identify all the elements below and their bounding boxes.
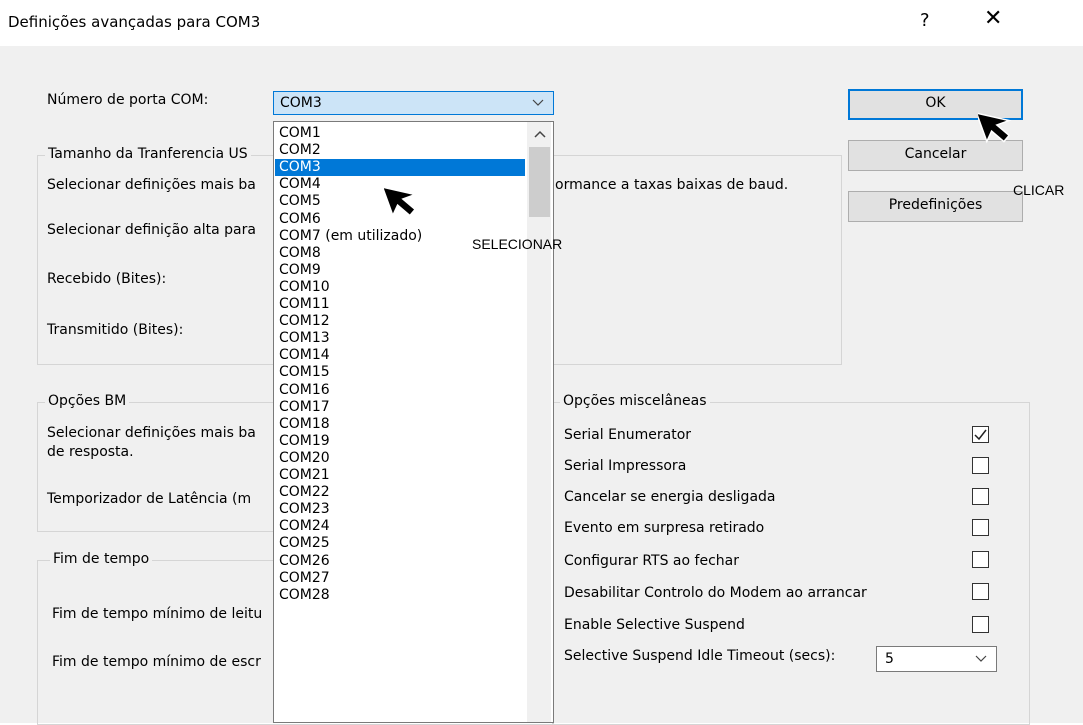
chevron-down-icon <box>532 99 544 106</box>
chevron-up-icon[interactable] <box>534 130 546 138</box>
usb-transfer-title: Tamanho da Tranferencia US <box>45 146 251 162</box>
dropdown-option[interactable]: COM1 <box>275 125 525 142</box>
received-label: Recebido (Bites): <box>47 271 167 287</box>
dropdown-scrollbar-thumb[interactable] <box>529 147 550 217</box>
dropdown-option[interactable]: COM28 <box>275 587 525 604</box>
checkbox-serial-enumerator[interactable] <box>972 426 989 443</box>
close-icon[interactable]: ✕ <box>984 6 1002 31</box>
dropdown-option[interactable]: COM3 <box>275 159 525 177</box>
checkbox-cancel-power-off[interactable] <box>972 488 989 505</box>
write-timeout-label: Fim de tempo mínimo de escr <box>52 654 261 670</box>
dropdown-option[interactable]: COM17 <box>275 399 525 416</box>
port-select-value: COM3 <box>280 95 322 111</box>
misc-option-surprise-removal: Evento em surpresa retirado <box>564 520 765 536</box>
timeouts-title: Fim de tempo <box>50 551 153 567</box>
usb-text-1-tail: ormance a taxas baixas de baud. <box>555 177 789 193</box>
dropdown-option[interactable]: COM24 <box>275 518 525 535</box>
dropdown-option[interactable]: COM12 <box>275 313 525 330</box>
misc-option-cancel-power-off: Cancelar se energia desligada <box>564 489 776 505</box>
latency-label: Temporizador de Latência (m <box>47 491 252 507</box>
misc-option-disable-modem-ctrl: Desabilitar Controlo do Modem ao arranca… <box>564 585 867 601</box>
dropdown-option[interactable]: COM22 <box>275 484 525 501</box>
idle-timeout-value: 5 <box>885 651 894 667</box>
chevron-down-icon <box>975 655 987 662</box>
idle-timeout-select[interactable]: 5 <box>876 646 997 672</box>
dropdown-option[interactable]: COM25 <box>275 535 525 552</box>
bm-options-title: Opções BM <box>45 393 130 409</box>
checkbox-disable-modem-ctrl[interactable] <box>972 583 989 600</box>
defaults-button[interactable]: Predefinições <box>848 191 1023 222</box>
usb-text-1: Selecionar definições mais ba <box>47 177 256 193</box>
help-icon[interactable]: ? <box>920 10 930 31</box>
dropdown-option[interactable]: COM26 <box>275 553 525 570</box>
dialog-title: Definições avançadas para COM3 <box>8 13 261 31</box>
cursor-arrow-icon <box>978 112 1012 144</box>
misc-option-selective-suspend: Enable Selective Suspend <box>564 617 745 633</box>
cursor-arrow-icon <box>384 186 418 218</box>
bm-text-1: Selecionar definições mais ba <box>47 425 256 441</box>
checkbox-surprise-removal[interactable] <box>972 519 989 536</box>
dropdown-option[interactable]: COM15 <box>275 364 525 381</box>
dropdown-option[interactable]: COM16 <box>275 382 525 399</box>
usb-text-2: Selecionar definição alta para <box>47 222 256 238</box>
checkbox-selective-suspend[interactable] <box>972 616 989 633</box>
dropdown-option[interactable]: COM20 <box>275 450 525 467</box>
annotation-click: CLICAR <box>1013 182 1065 198</box>
dropdown-option[interactable]: COM23 <box>275 501 525 518</box>
port-select[interactable]: COM3 <box>273 91 554 115</box>
checkbox-serial-printer[interactable] <box>972 457 989 474</box>
dropdown-option[interactable]: COM9 <box>275 262 525 279</box>
port-label: Número de porta COM: <box>47 92 209 108</box>
idle-timeout-label: Selective Suspend Idle Timeout (secs): <box>564 648 836 664</box>
dropdown-option[interactable]: COM19 <box>275 433 525 450</box>
dropdown-option[interactable]: COM18 <box>275 416 525 433</box>
misc-option-serial-enumerator: Serial Enumerator <box>564 427 692 443</box>
dropdown-option[interactable]: COM2 <box>275 142 525 159</box>
dropdown-option[interactable]: COM14 <box>275 347 525 364</box>
dropdown-option[interactable]: COM11 <box>275 296 525 313</box>
read-timeout-label: Fim de tempo mínimo de leitu <box>52 606 263 622</box>
dropdown-option[interactable]: COM13 <box>275 330 525 347</box>
misc-option-serial-printer: Serial Impressora <box>564 458 687 474</box>
transmitted-label: Transmitido (Bites): <box>47 322 184 338</box>
annotation-select: SELECIONAR <box>472 236 563 252</box>
dropdown-option[interactable]: COM10 <box>275 279 525 296</box>
misc-options-title: Opções miscelâneas <box>560 393 710 409</box>
bm-text-2: de resposta. <box>47 444 134 460</box>
checkbox-rts-on-close[interactable] <box>972 551 989 568</box>
dropdown-option[interactable]: COM21 <box>275 467 525 484</box>
checkmark-icon <box>974 429 987 441</box>
dropdown-option[interactable]: COM27 <box>275 570 525 587</box>
misc-option-rts-on-close: Configurar RTS ao fechar <box>564 553 739 569</box>
